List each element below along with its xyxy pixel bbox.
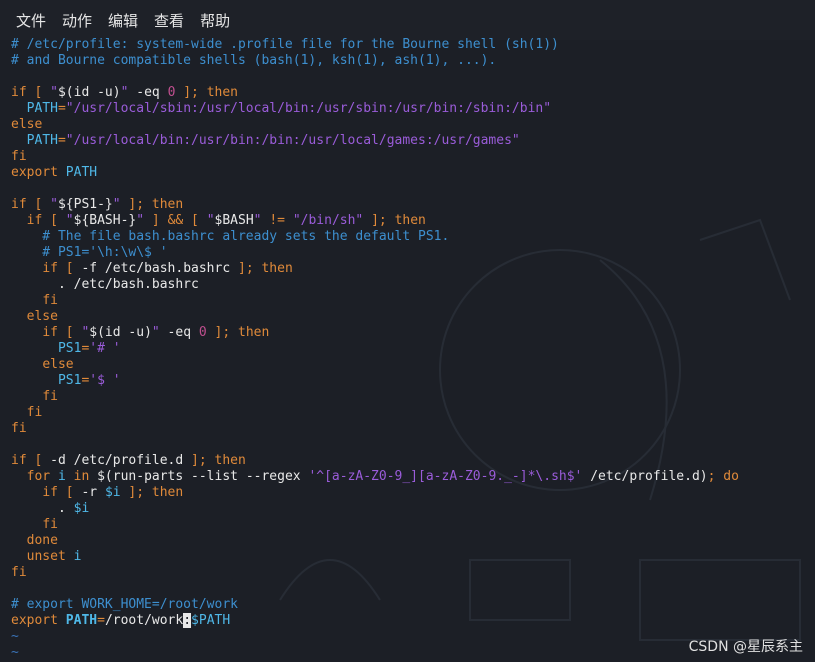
csdn-watermark: CSDN @星辰系主: [688, 639, 803, 655]
menu-edit[interactable]: 编辑: [108, 10, 138, 31]
menu-file[interactable]: 文件: [16, 10, 46, 31]
editor-line[interactable]: for i in $(run-parts --list --regex '^[a…: [11, 469, 739, 485]
editor-line[interactable]: # PS1='\h:\w\$ ': [11, 245, 167, 261]
editor-line[interactable]: fi: [11, 565, 27, 581]
editor-line[interactable]: . $i: [11, 501, 89, 517]
menu-action[interactable]: 动作: [62, 10, 92, 31]
editor-line[interactable]: else: [11, 309, 58, 325]
editor-line[interactable]: if [ -d /etc/profile.d ]; then: [11, 453, 246, 469]
editor-line[interactable]: fi: [11, 517, 58, 533]
editor-line[interactable]: # export WORK_HOME=/root/work: [11, 597, 238, 613]
editor-line[interactable]: else: [11, 357, 73, 373]
editor-line[interactable]: # The file bash.bashrc already sets the …: [11, 229, 449, 245]
editor-line[interactable]: if [ "$(id -u)" -eq 0 ]; then: [11, 325, 269, 341]
editor-line[interactable]: else: [11, 117, 42, 133]
editor-line[interactable]: unset i: [11, 549, 82, 565]
editor-line[interactable]: if [ "$(id -u)" -eq 0 ]; then: [11, 85, 238, 101]
editor-line[interactable]: fi: [11, 405, 43, 421]
editor-line[interactable]: done: [11, 533, 58, 549]
menu-view[interactable]: 查看: [154, 10, 184, 31]
editor-line[interactable]: # and Bourne compatible shells (bash(1),…: [11, 53, 496, 69]
editor-line[interactable]: # /etc/profile: system-wide .profile fil…: [11, 37, 559, 53]
editor-line[interactable]: export PATH=/root/work:$PATH: [11, 613, 230, 629]
editor-line[interactable]: if [ -f /etc/bash.bashrc ]; then: [11, 261, 292, 277]
editor-line[interactable]: fi: [11, 421, 27, 437]
vim-editor[interactable]: # /etc/profile: system-wide .profile fil…: [0, 37, 815, 662]
editor-line[interactable]: PS1='$ ': [11, 373, 121, 389]
menu-bar: 文件 动作 编辑 查看 帮助: [0, 0, 815, 40]
editor-line[interactable]: ~: [11, 645, 19, 661]
editor-line[interactable]: PATH="/usr/local/bin:/usr/bin:/bin:/usr/…: [11, 133, 520, 149]
editor-line[interactable]: PATH="/usr/local/sbin:/usr/local/bin:/us…: [11, 101, 551, 117]
editor-line[interactable]: PS1='# ': [11, 341, 121, 357]
editor-line[interactable]: . /etc/bash.bashrc: [11, 277, 199, 293]
editor-line[interactable]: fi: [11, 293, 58, 309]
editor-line[interactable]: fi: [11, 149, 27, 165]
editor-line[interactable]: ~: [11, 629, 19, 645]
editor-line[interactable]: if [ "${BASH-}" ] && [ "$BASH" != "/bin/…: [11, 213, 426, 229]
editor-line[interactable]: if [ -r $i ]; then: [11, 485, 183, 501]
editor-line[interactable]: fi: [11, 389, 58, 405]
editor-line[interactable]: if [ "${PS1-}" ]; then: [11, 197, 183, 213]
editor-line[interactable]: export PATH: [11, 165, 97, 181]
menu-help[interactable]: 帮助: [200, 10, 230, 31]
